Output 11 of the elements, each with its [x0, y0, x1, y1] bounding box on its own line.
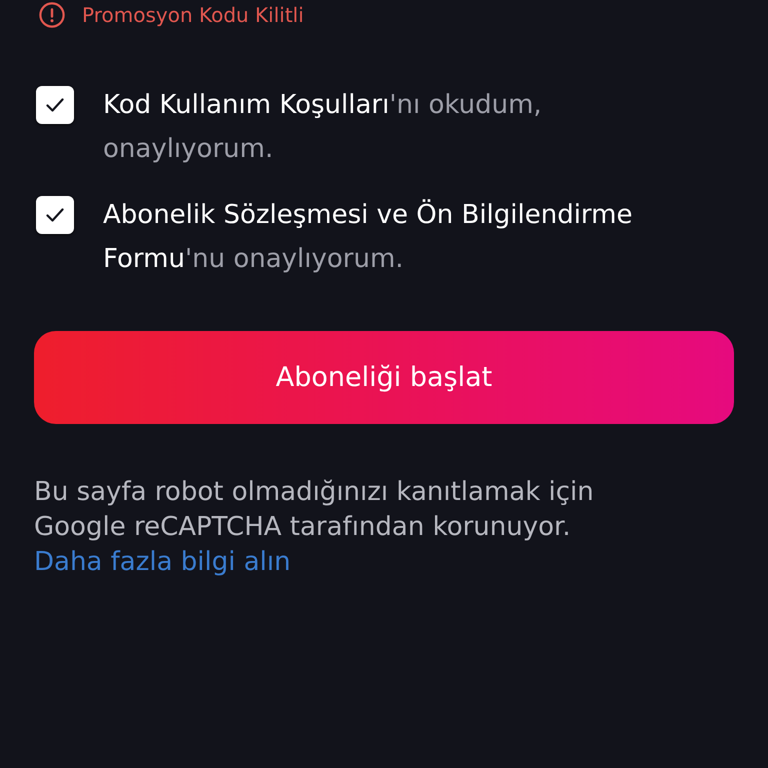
start-subscription-button[interactable]: Aboneliği başlat	[34, 331, 734, 424]
checkbox[interactable]	[36, 86, 74, 124]
check-icon	[46, 98, 64, 112]
check-icon	[46, 208, 64, 222]
learn-more-link[interactable]: Daha fazla bilgi alın	[34, 547, 291, 577]
alert-message: Promosyon Kodu Kilitli	[82, 2, 304, 29]
alert-icon	[39, 2, 65, 28]
agreement-label: Kod Kullanım Koşulları'nı okudum, onaylıyorum.	[103, 89, 543, 166]
agreement-label: Abonelik Sözleşmesi ve Ön Bilgilendirme Formu'nu onaylıyorum.	[103, 198, 634, 276]
recaptcha-notice: Bu sayfa robot olmadığınızı kanıtlamak için Google reCAPTCHA tarafından korunuyor. Daha fazla bilgi alın	[34, 476, 595, 579]
checkbox[interactable]	[36, 196, 74, 234]
